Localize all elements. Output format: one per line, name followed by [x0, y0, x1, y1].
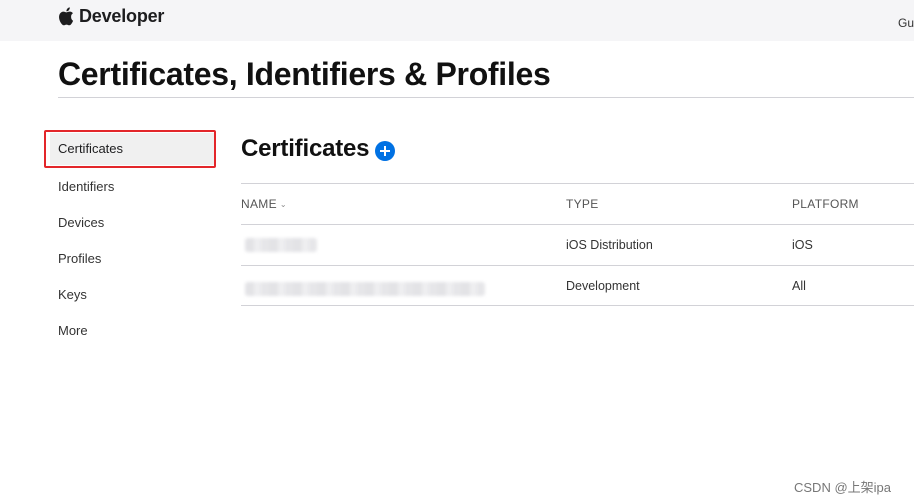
sidebar-item-more[interactable]: More: [50, 313, 215, 349]
table-header-row: NAME ⌄ TYPE PLATFORM: [241, 183, 914, 224]
chevron-down-icon: ⌄: [279, 200, 287, 209]
watermark: CSDN @上架ipa: [794, 480, 891, 495]
redacted-name: [245, 238, 317, 252]
section-title: Certificates: [241, 135, 370, 162]
top-navigation-bar: Developer Gu: [0, 0, 914, 41]
table-row[interactable]: Development All: [241, 265, 914, 306]
column-header-type: TYPE: [566, 197, 599, 211]
page-title: Certificates, Identifiers & Profiles: [58, 56, 551, 92]
cell-platform: All: [792, 279, 806, 293]
redacted-name: [245, 282, 485, 296]
cell-platform: iOS: [792, 238, 813, 252]
sidebar-item-identifiers[interactable]: Identifiers: [50, 169, 215, 205]
developer-home-link[interactable]: Developer: [58, 4, 164, 28]
column-header-name-label: NAME: [241, 197, 277, 211]
top-nav-link-truncated[interactable]: Gu: [898, 16, 914, 30]
brand-text: Developer: [79, 5, 165, 26]
section-header: Certificates: [241, 135, 396, 163]
cell-type: Development: [566, 279, 640, 293]
column-header-name[interactable]: NAME ⌄: [241, 184, 287, 224]
sidebar-item-certificates[interactable]: Certificates: [50, 133, 215, 165]
certificates-table: NAME ⌄ TYPE PLATFORM iOS Distribution iOS…: [241, 183, 914, 306]
cell-type: iOS Distribution: [566, 238, 653, 252]
sidebar: Certificates Identifiers Devices Profile…: [50, 133, 215, 349]
table-row[interactable]: iOS Distribution iOS: [241, 224, 914, 265]
title-divider: [58, 97, 914, 98]
plus-circle-icon[interactable]: [375, 140, 396, 161]
sidebar-item-devices[interactable]: Devices: [50, 205, 215, 241]
column-header-platform: PLATFORM: [792, 197, 859, 211]
sidebar-item-keys[interactable]: Keys: [50, 277, 215, 313]
sidebar-item-profiles[interactable]: Profiles: [50, 241, 215, 277]
apple-logo-icon: [59, 7, 74, 26]
